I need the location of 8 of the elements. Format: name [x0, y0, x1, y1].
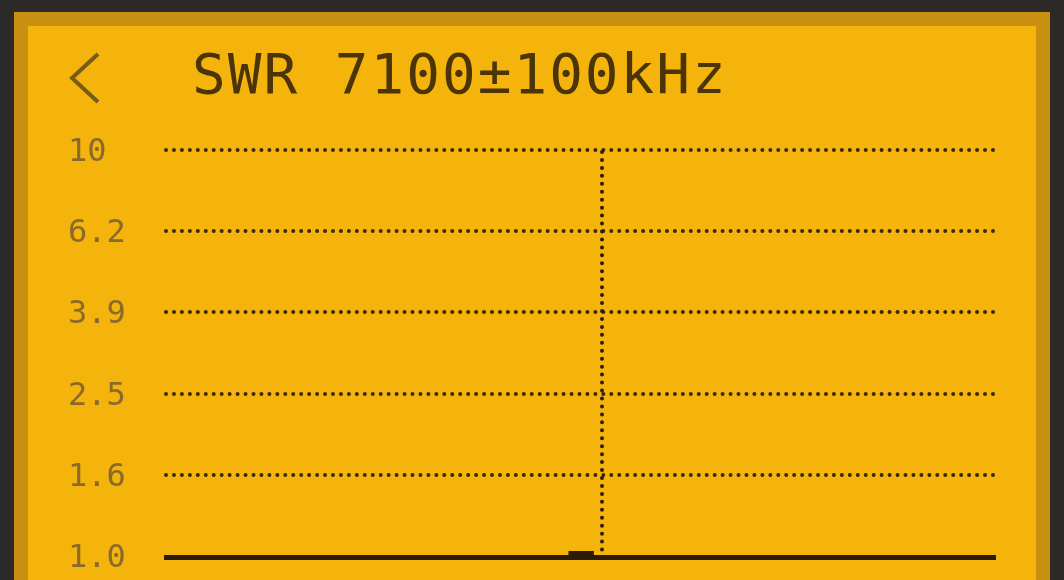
axis-label: 1.0 [68, 536, 127, 575]
screen-title: SWR 7100±100kHz [192, 46, 728, 102]
axis-label: 6.2 [68, 212, 127, 251]
axis-label: 10 [68, 131, 108, 169]
axis-label: 2.5 [68, 374, 127, 413]
axis-label: 1.6 [68, 455, 127, 494]
back-chevron-icon[interactable] [68, 50, 102, 106]
axis-label: 3.9 [68, 293, 127, 332]
